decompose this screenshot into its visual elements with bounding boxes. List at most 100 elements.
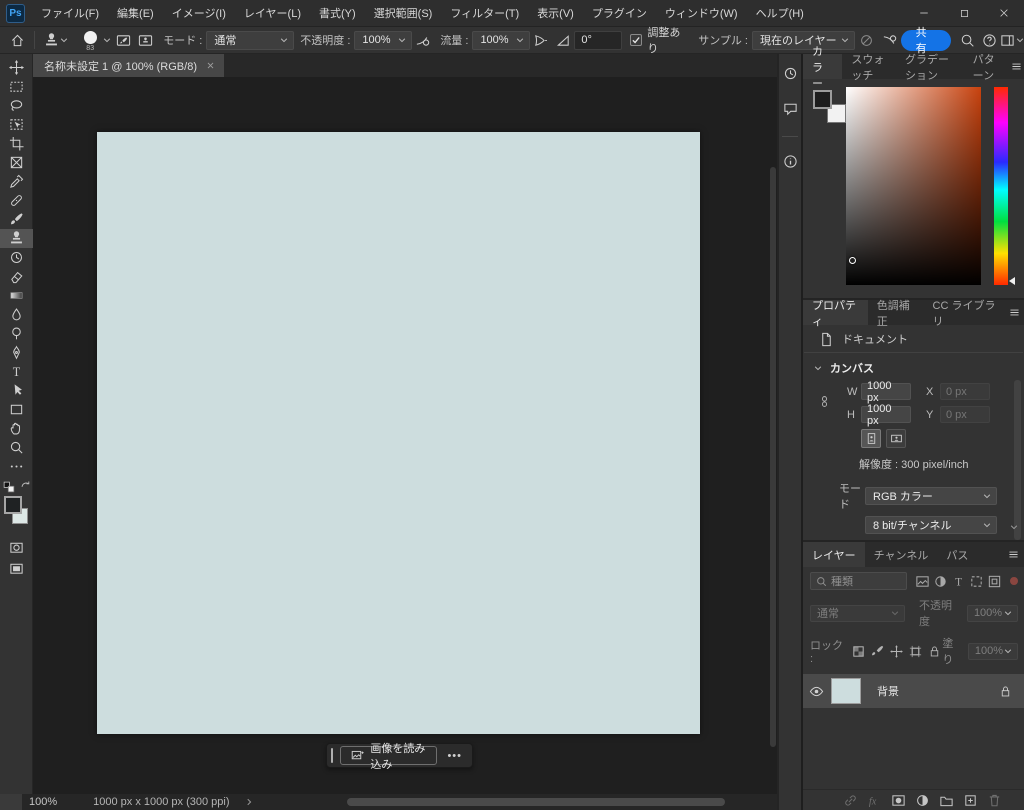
- home-button[interactable]: [6, 28, 29, 52]
- layers-tab-paths[interactable]: パス: [937, 542, 977, 567]
- new-layer-icon[interactable]: [963, 793, 978, 808]
- share-button[interactable]: 共有: [901, 30, 951, 51]
- quick-mask-button[interactable]: [0, 538, 33, 557]
- new-adjustment-layer-icon[interactable]: [915, 793, 930, 808]
- pen-tool[interactable]: [0, 343, 33, 362]
- search-button[interactable]: [957, 28, 979, 52]
- default-colors-icon[interactable]: [3, 481, 15, 493]
- chevron-down-icon[interactable]: [102, 35, 112, 45]
- rectangular-marquee-tool[interactable]: [0, 77, 33, 96]
- minimize-button[interactable]: [904, 0, 944, 26]
- menu-plugins[interactable]: プラグイン: [583, 0, 656, 26]
- eraser-tool[interactable]: [0, 267, 33, 286]
- width-field[interactable]: 1000 px: [861, 383, 911, 400]
- color-tab-color[interactable]: カラー: [803, 54, 842, 79]
- brush-settings-panel-button[interactable]: [112, 28, 135, 52]
- maximize-button[interactable]: [944, 0, 984, 26]
- history-brush-tool[interactable]: [0, 248, 33, 267]
- workspace-button[interactable]: [1000, 28, 1024, 52]
- path-selection-tool[interactable]: [0, 381, 33, 400]
- menu-window[interactable]: ウィンドウ(W): [656, 0, 747, 26]
- help-button[interactable]: [978, 28, 1000, 52]
- gradient-tool[interactable]: [0, 286, 33, 305]
- add-layer-mask-icon[interactable]: [891, 793, 906, 808]
- portrait-orientation-button[interactable]: [861, 429, 881, 448]
- clone-source-panel-button[interactable]: [134, 28, 157, 52]
- tool-preset-picker[interactable]: [44, 33, 69, 48]
- layers-tab-layers[interactable]: レイヤー: [803, 542, 865, 567]
- info-panel-button[interactable]: [783, 154, 798, 172]
- layers-tab-channels[interactable]: チャンネル: [865, 542, 938, 567]
- lock-all-icon[interactable]: [927, 644, 942, 659]
- frame-tool[interactable]: [0, 153, 33, 172]
- spot-healing-brush-tool[interactable]: [0, 191, 33, 210]
- clone-stamp-tool[interactable]: [0, 229, 33, 248]
- menu-file[interactable]: ファイル(F): [32, 0, 108, 26]
- menu-filter[interactable]: フィルター(T): [441, 0, 528, 26]
- opacity-select[interactable]: 100%: [354, 31, 411, 50]
- hand-tool[interactable]: [0, 419, 33, 438]
- layer-thumbnail[interactable]: [831, 678, 861, 704]
- load-image-button[interactable]: 画像を読み込み: [340, 746, 437, 765]
- aligned-checkbox[interactable]: 調整あり: [630, 24, 688, 56]
- properties-scrollbar[interactable]: [1014, 380, 1021, 540]
- menu-type[interactable]: 書式(Y): [310, 0, 365, 26]
- canvas-section-header[interactable]: カンバス: [803, 353, 1024, 380]
- layer-style-icon[interactable]: fx: [867, 793, 882, 808]
- zoom-level[interactable]: 100%: [29, 796, 57, 808]
- document-tab[interactable]: 名称未設定 1 @ 100% (RGB/8): [33, 54, 224, 77]
- menu-help[interactable]: ヘルプ(H): [747, 0, 813, 26]
- menu-image[interactable]: イメージ(I): [163, 0, 235, 26]
- hue-slider[interactable]: [994, 87, 1008, 285]
- properties-tab-adjustments[interactable]: 色調補正: [868, 300, 924, 325]
- menu-edit[interactable]: 編集(E): [108, 0, 163, 26]
- canvas[interactable]: [97, 132, 700, 734]
- taskbar-grip-handle[interactable]: [331, 748, 333, 763]
- pressure-size-button[interactable]: [878, 28, 901, 52]
- eyedropper-tool[interactable]: [0, 172, 33, 191]
- color-mode-select[interactable]: RGB カラー: [865, 487, 997, 505]
- blend-mode-select[interactable]: 通常: [206, 31, 294, 50]
- bit-depth-select[interactable]: 8 bit/チャンネル: [865, 516, 997, 534]
- airbrush-button[interactable]: [530, 28, 553, 52]
- layer-filter-toggle[interactable]: [1010, 577, 1018, 585]
- menu-view[interactable]: 表示(V): [528, 0, 583, 26]
- sample-select[interactable]: 現在のレイヤー: [752, 31, 855, 50]
- vertical-scrollbar[interactable]: [770, 167, 776, 747]
- properties-tab-properties[interactable]: プロパティ: [803, 300, 868, 325]
- horizontal-scrollbar[interactable]: [347, 798, 725, 806]
- filter-smart-objects-icon[interactable]: [987, 574, 1002, 589]
- type-tool[interactable]: T: [0, 362, 33, 381]
- color-picker-cursor[interactable]: [849, 257, 856, 264]
- close-tab-icon[interactable]: [206, 61, 215, 70]
- color-tab-gradients[interactable]: グラデーション: [896, 54, 964, 79]
- rectangle-tool[interactable]: [0, 400, 33, 419]
- delete-layer-icon[interactable]: [987, 793, 1002, 808]
- visibility-eye-icon[interactable]: [803, 684, 829, 699]
- history-panel-button[interactable]: [783, 66, 798, 84]
- menu-layer[interactable]: レイヤー(L): [235, 0, 310, 26]
- angle-field[interactable]: 0°: [574, 31, 622, 50]
- foreground-color-chip[interactable]: [813, 90, 832, 109]
- brush-preset-picker[interactable]: 83: [81, 30, 100, 50]
- color-tab-patterns[interactable]: パターン: [964, 54, 1010, 79]
- layer-locked-icon[interactable]: [999, 685, 1012, 698]
- color-tab-swatches[interactable]: スウォッチ: [842, 54, 896, 79]
- edit-toolbar-button[interactable]: [0, 457, 33, 476]
- link-layers-icon[interactable]: [843, 793, 858, 808]
- brush-angle[interactable]: 0°: [556, 31, 622, 50]
- menu-select[interactable]: 選択範囲(S): [365, 0, 442, 26]
- chevron-right-icon[interactable]: [244, 797, 254, 807]
- screen-mode-button[interactable]: [0, 559, 33, 578]
- lock-position-icon[interactable]: [889, 644, 904, 659]
- lock-artboard-nesting-icon[interactable]: [908, 644, 923, 659]
- link-dimensions-icon[interactable]: [818, 395, 831, 408]
- lock-transparent-pixels-icon[interactable]: [851, 644, 866, 659]
- zoom-tool[interactable]: [0, 438, 33, 457]
- color-gradient-field[interactable]: [846, 87, 981, 285]
- brush-tool[interactable]: [0, 210, 33, 229]
- blur-tool[interactable]: [0, 305, 33, 324]
- layer-row-background[interactable]: 背景: [803, 674, 1024, 708]
- lock-image-pixels-icon[interactable]: [870, 644, 885, 659]
- properties-tab-cc-libraries[interactable]: CC ライブラリ: [924, 300, 1006, 325]
